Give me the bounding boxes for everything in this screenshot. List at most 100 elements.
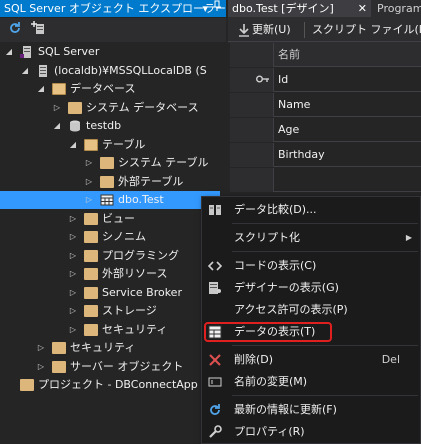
highlight-ring — [204, 322, 332, 342]
tree-node[interactable]: ◢ (localdb)¥MSSQLLocalDB (S — [20, 62, 226, 80]
tab-program[interactable]: Program — [373, 0, 421, 17]
tree-node[interactable]: ▷ 外部テーブル — [84, 173, 226, 191]
menu-item[interactable]: 名前の変更(M) — [202, 371, 420, 393]
expand-arrow-icon[interactable]: ▷ — [68, 302, 78, 320]
grid-row[interactable]: Id — [230, 68, 421, 92]
collapse-arrow-icon[interactable]: ◢ — [4, 43, 14, 61]
expand-arrow-icon[interactable]: ▷ — [68, 247, 78, 265]
folder-icon — [52, 360, 66, 373]
collapse-arrow-icon[interactable]: ◢ — [20, 62, 30, 80]
column-name-cell[interactable]: Age — [276, 118, 299, 142]
tree-node[interactable]: ▷ dbo.Test — [0, 191, 220, 209]
expand-arrow-icon[interactable]: ▷ — [36, 339, 46, 357]
tree-node[interactable]: プロジェクト - DBConnectApp — [4, 376, 226, 394]
update-button[interactable]: 更新(U) — [252, 22, 291, 38]
column-header-name[interactable]: 名前 — [276, 43, 300, 67]
column-name-cell[interactable]: Birthday — [276, 143, 325, 167]
tab-dbo-test-design[interactable]: dbo.Test [デザイン] ✕ — [228, 0, 371, 17]
tree-node[interactable]: ▷ サーバー オブジェクト — [36, 358, 226, 376]
tree-node-label: テーブル — [102, 137, 146, 151]
row-header[interactable] — [230, 118, 274, 142]
tree-node[interactable]: ◢ SQL Server — [4, 43, 226, 61]
grid-row[interactable] — [230, 168, 421, 192]
row-header[interactable] — [230, 168, 274, 192]
close-icon[interactable]: ✕ — [358, 0, 367, 17]
tree-node-label: 外部テーブル — [118, 174, 184, 188]
column-name-cell[interactable] — [276, 168, 278, 192]
tree-node[interactable]: ◢ testdb — [52, 117, 226, 135]
grid-row[interactable]: Name — [230, 93, 421, 117]
tree-node-label: SQL Server — [38, 45, 100, 58]
tab-label: Program — [377, 2, 421, 15]
script-file-label: スクリプト ファイル(I): — [312, 23, 421, 36]
expand-arrow-icon[interactable]: ▷ — [84, 154, 94, 172]
folder-icon — [84, 305, 98, 317]
database-icon — [68, 120, 82, 132]
column-name-cell[interactable]: Id — [276, 68, 288, 92]
tree-node-label: dbo.Test — [118, 193, 164, 206]
menu-item[interactable]: スクリプト化 ▶ — [202, 227, 420, 249]
explorer-title-bar[interactable]: SQL Server オブジェクト エクスプローラー ▾ — [0, 0, 226, 17]
tree-node-label: データベース — [70, 82, 136, 95]
designer-toolbar: 更新(U) スクリプト ファイル(I): — [228, 18, 421, 42]
menu-separator — [232, 251, 418, 252]
menu-separator — [232, 395, 418, 396]
explorer-dropdown-icon[interactable]: ▾ — [202, 0, 208, 17]
menu-item-label: プロパティ(R) — [234, 425, 305, 438]
tree-node-label: testdb — [86, 119, 122, 132]
tree-node[interactable]: ▷ システム テーブル — [84, 154, 226, 172]
refresh-icon[interactable] — [6, 21, 24, 39]
row-header[interactable] — [230, 143, 274, 167]
menu-item[interactable]: 削除(D) Del — [202, 349, 420, 371]
expand-arrow-icon[interactable]: ▷ — [84, 173, 94, 191]
collapse-arrow-icon[interactable]: ◢ — [68, 136, 78, 154]
tree-node-label: システム テーブル — [118, 156, 209, 169]
expand-arrow-icon[interactable]: ▷ — [68, 210, 78, 228]
tree-node-label: (localdb)¥MSSQLLocalDB (S — [54, 63, 207, 77]
expand-arrow-icon[interactable]: ▷ — [68, 321, 78, 339]
menu-item[interactable]: データ比較(D)... — [202, 199, 420, 221]
folder-icon — [52, 342, 66, 354]
row-header[interactable] — [230, 93, 274, 117]
collapse-arrow-icon[interactable]: ◢ — [36, 80, 46, 98]
expand-arrow-icon[interactable]: ▷ — [36, 358, 46, 376]
menu-separator — [232, 345, 418, 346]
pin-icon[interactable] — [212, 0, 222, 17]
tree-node[interactable]: ▷ セキュリティ — [36, 339, 226, 357]
explorer-title: SQL Server オブジェクト エクスプローラー — [4, 2, 226, 15]
server-icon — [20, 46, 34, 58]
menu-item[interactable]: プロパティ(R) — [202, 421, 420, 443]
expand-arrow-icon[interactable]: ▷ — [68, 265, 78, 283]
row-header[interactable] — [230, 68, 274, 92]
explorer-toolbar — [0, 18, 226, 42]
primary-key-icon — [256, 74, 270, 87]
menu-item[interactable]: 最新の情報に更新(F) — [202, 399, 420, 421]
menu-item[interactable]: デザイナーの表示(G) — [202, 277, 420, 299]
add-server-icon[interactable] — [30, 21, 48, 39]
expand-arrow-icon[interactable]: ▷ — [68, 228, 78, 246]
update-icon — [238, 23, 250, 40]
folder-icon — [84, 268, 98, 280]
grid-row[interactable]: Birthday — [230, 143, 421, 167]
tree-node[interactable]: ◢ データベース — [36, 80, 226, 98]
expand-arrow-icon[interactable]: ▷ — [52, 99, 62, 117]
tree-node-label: プロジェクト - DBConnectApp — [38, 378, 198, 391]
tree-node-label: システム データベース — [86, 100, 199, 114]
folder-icon — [84, 138, 98, 151]
collapse-arrow-icon[interactable]: ◢ — [52, 117, 62, 135]
expand-arrow-icon[interactable]: ▷ — [68, 284, 78, 302]
grid-row[interactable]: Age — [230, 118, 421, 142]
menu-item-shortcut: Del — [381, 353, 400, 366]
menu-item[interactable]: アクセス許可の表示(P) — [202, 299, 420, 321]
menu-item-label: コードの表示(C) — [234, 259, 317, 272]
column-name-cell[interactable]: Name — [276, 93, 310, 117]
menu-item[interactable]: コードの表示(C) — [202, 255, 420, 277]
tree-node[interactable]: ▷ システム データベース — [52, 99, 226, 117]
code-icon — [207, 259, 223, 273]
menu-item[interactable]: データの表示(T) — [202, 321, 420, 343]
expand-arrow-icon[interactable]: ▷ — [84, 191, 94, 209]
tree-node-label: ストレージ — [102, 304, 157, 317]
tree-node[interactable]: ◢ テーブル — [68, 136, 226, 154]
menu-item-label: 名前の変更(M) — [234, 375, 308, 388]
folder-icon — [84, 249, 98, 262]
